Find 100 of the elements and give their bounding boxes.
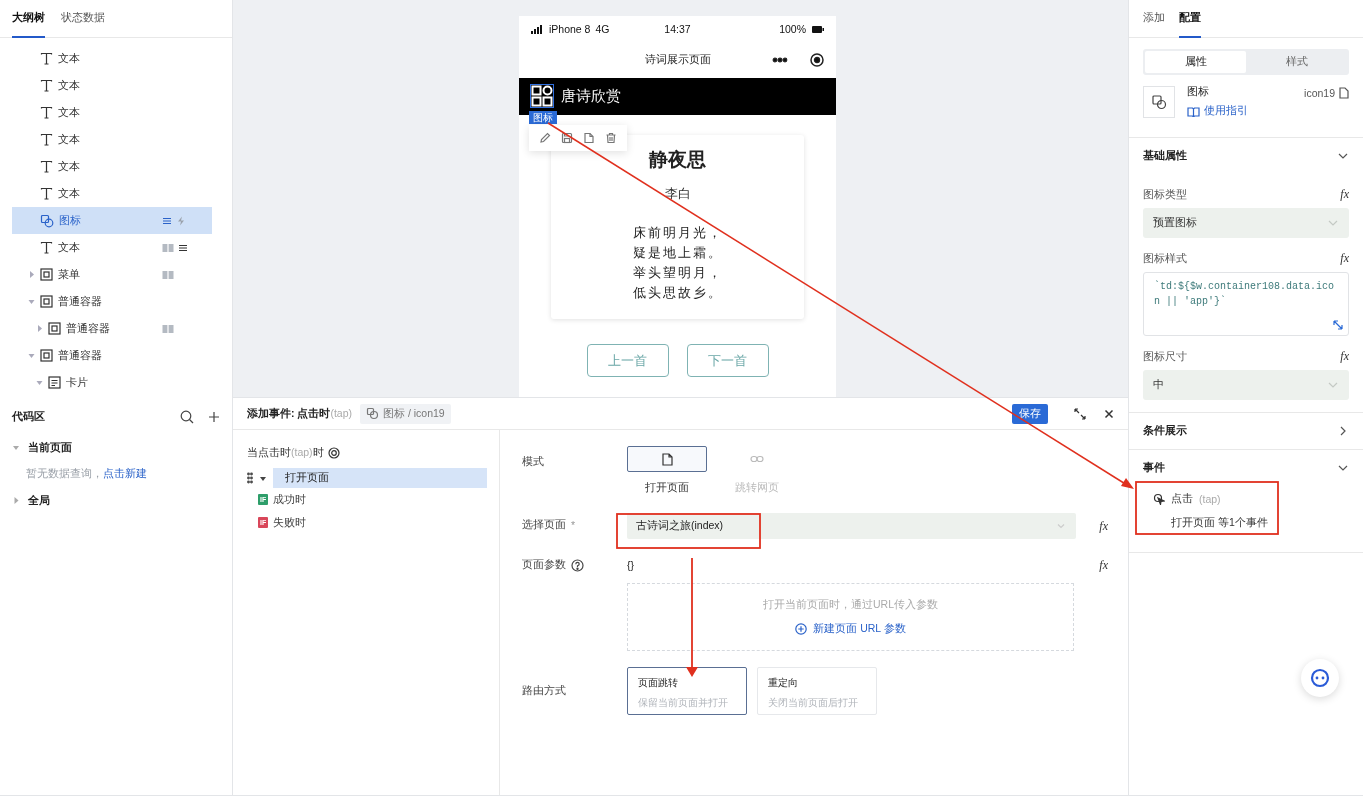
panel-tab[interactable]: 配置	[1179, 0, 1201, 38]
page-select[interactable]: 古诗词之旅(index)	[627, 513, 1076, 539]
tree-item[interactable]: 当前页面	[12, 434, 220, 461]
text-type-icon	[40, 79, 53, 92]
add-icon[interactable]	[208, 411, 220, 423]
required-mark: *	[571, 519, 576, 531]
copy-icon[interactable]	[583, 132, 595, 145]
save-button[interactable]: 保存	[1012, 403, 1048, 424]
container-icon	[40, 349, 53, 362]
tree-item[interactable]: 文本	[12, 153, 212, 180]
add-circle-icon	[795, 623, 808, 635]
expand-icon[interactable]	[1074, 407, 1086, 420]
select-field[interactable]: 预置图标	[1143, 208, 1349, 238]
link-icon	[750, 455, 764, 463]
component-id: icon19	[1304, 87, 1335, 99]
editor-title: 添加事件: 点击时(tap)	[247, 406, 352, 421]
poem-line: 举头望明月，	[632, 264, 723, 283]
section-header[interactable]: 事件	[1143, 450, 1349, 486]
select-field[interactable]: 中	[1143, 370, 1349, 400]
formula-button[interactable]: fx	[1340, 349, 1349, 364]
field-label: 页面参数	[522, 558, 566, 572]
battery-icon	[812, 25, 824, 33]
add-param-link[interactable]: 新建页面 URL 参数	[795, 622, 906, 636]
route-option[interactable]: 重定向 关闭当前页面后打开	[757, 667, 877, 715]
file-icon	[661, 452, 673, 466]
tree-item[interactable]: 全局	[12, 487, 220, 514]
text-type-icon	[40, 241, 53, 254]
segment-tab[interactable]: 样式	[1246, 51, 1347, 73]
resize-icon[interactable]	[1332, 319, 1344, 331]
panel-tab[interactable]: 大纲树	[12, 0, 45, 38]
delete-icon[interactable]	[605, 132, 617, 145]
shapes-icon	[366, 407, 379, 420]
route-option[interactable]: 页面跳转 保留当前页面并打开	[627, 667, 747, 715]
formula-button[interactable]: fx	[1340, 251, 1349, 266]
assistant-icon	[1310, 668, 1330, 688]
settings-icon[interactable]	[327, 447, 340, 459]
tree-item[interactable]: 卡片	[12, 369, 212, 396]
branch-label[interactable]: 失败时	[273, 515, 307, 530]
target-chip: 图标 / icon19	[360, 403, 451, 424]
event-item[interactable]: 点击 (tap) 打开页面 等1个事件	[1145, 486, 1276, 540]
network-type: 4G	[595, 23, 610, 36]
record-icon[interactable]	[810, 52, 824, 67]
field-label: 选择页面	[522, 518, 566, 532]
status-time: 14:37	[664, 23, 691, 36]
field-label: 路由方式	[522, 683, 567, 698]
header-title: 唐诗欣赏	[561, 86, 621, 106]
copy-icon[interactable]	[1339, 87, 1349, 99]
tree-item[interactable]: 图标	[12, 207, 212, 234]
params-hint: 打开当前页面时，通过URL传入参数	[763, 598, 938, 612]
card-icon	[48, 376, 61, 389]
grid-apps-icon[interactable]	[531, 85, 553, 108]
formula-button[interactable]: fx	[1340, 187, 1349, 202]
device-name: iPhone 8	[549, 23, 591, 36]
empty-note: 暂无数据查询，点击新建	[26, 467, 147, 481]
help-icon[interactable]	[571, 558, 584, 572]
action-item[interactable]: 打开页面	[273, 468, 487, 488]
formula-button[interactable]: fx	[1099, 516, 1108, 536]
drag-handle-icon[interactable]	[247, 472, 253, 484]
search-icon[interactable]	[180, 410, 194, 424]
assistant-button[interactable]	[1301, 659, 1339, 697]
panel-title: 代码区	[12, 410, 46, 424]
tree-item[interactable]: 文本	[12, 234, 212, 261]
edit-icon[interactable]	[539, 132, 551, 145]
tree-item[interactable]: 文本	[12, 180, 212, 207]
tree-item[interactable]: 普通容器	[12, 315, 212, 342]
poem-title: 静夜思	[647, 148, 707, 173]
save-icon[interactable]	[561, 132, 573, 145]
field-label: 图标样式	[1143, 251, 1187, 266]
tree-item[interactable]: 普通容器	[12, 288, 212, 315]
container-icon	[40, 295, 53, 308]
params-value: {}	[627, 558, 635, 573]
panel-tab[interactable]: 添加	[1143, 0, 1165, 38]
formula-button[interactable]: fx	[1099, 555, 1108, 575]
text-type-icon	[40, 52, 53, 65]
field-label: 模式	[522, 454, 545, 469]
segment-tab[interactable]: 属性	[1145, 51, 1246, 73]
panel-tab[interactable]: 状态数据	[61, 0, 105, 38]
shapes-icon	[40, 213, 54, 228]
tree-item[interactable]: 普通容器	[12, 342, 212, 369]
page-title: 诗词展示页面	[644, 52, 711, 68]
guide-link[interactable]: 使用指引	[1187, 104, 1293, 118]
tree-item[interactable]: 菜单	[12, 261, 212, 288]
tree-item[interactable]: 文本	[12, 99, 212, 126]
text-type-icon	[40, 160, 53, 173]
tree-item[interactable]: 文本	[12, 72, 212, 99]
tree-item[interactable]: 文本	[12, 126, 212, 153]
text-type-icon	[40, 187, 53, 200]
create-link[interactable]: 点击新建	[103, 467, 147, 479]
tree-item[interactable]: 文本	[12, 45, 212, 72]
section-header[interactable]: 条件展示	[1143, 413, 1349, 449]
code-editor[interactable]: `td:${$w.container108.data.icon || 'app'}`	[1143, 272, 1349, 336]
selection-label: 图标	[529, 110, 557, 124]
more-icon[interactable]	[772, 56, 788, 63]
branch-label[interactable]: 成功时	[273, 492, 307, 507]
trigger-label: 当点击时(tap)时	[247, 446, 324, 460]
tap-icon	[1153, 493, 1165, 505]
chevron-icon	[1056, 521, 1066, 531]
close-icon[interactable]	[1104, 408, 1114, 419]
section-header[interactable]: 基础属性	[1143, 138, 1349, 174]
poem-line: 床前明月光，	[632, 224, 723, 243]
